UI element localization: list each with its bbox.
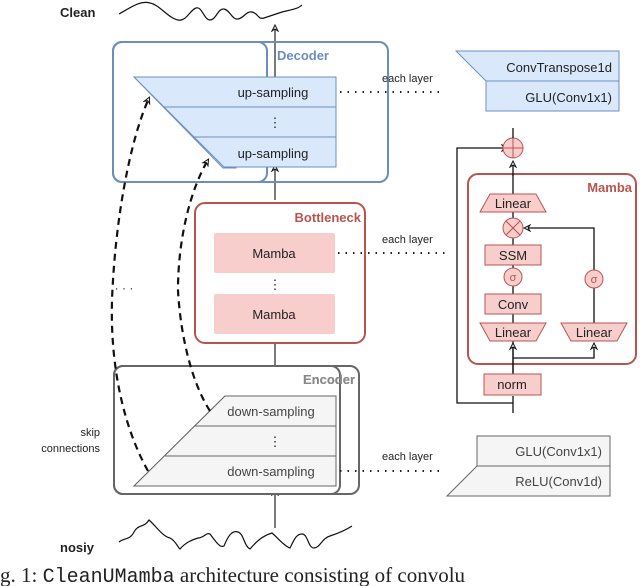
caption-rest: architecture consisting of convolu xyxy=(175,563,466,586)
relu-label: ReLU(Conv1d) xyxy=(515,474,602,489)
mamba-block-top-label: Mamba xyxy=(252,246,296,261)
skip-label-line1: skip xyxy=(80,427,100,439)
encoder-title-text: Encoder xyxy=(303,372,355,387)
ssm-label: SSM xyxy=(499,248,527,263)
out-linear-label: Linear xyxy=(495,196,532,211)
mamba-detail: Mamba Linear SSM σ Conv Linear σ Linear xyxy=(456,128,637,413)
decoder-each-layer-label: each layer xyxy=(382,73,433,85)
bottleneck-each-layer-label: each layer xyxy=(382,234,433,246)
decoder-ellipsis: ⋮ xyxy=(269,115,282,130)
encoder-glu-label: GLU(Conv1x1) xyxy=(515,444,602,459)
noisy-label: nosiy xyxy=(60,540,95,555)
sigma-left-label: σ xyxy=(510,272,517,284)
in-linear-left-label: Linear xyxy=(495,325,532,340)
encoder-ellipsis-text: ⋮ xyxy=(269,434,282,449)
decoder-glu-label: GLU(Conv1x1) xyxy=(525,90,612,105)
encoder-layer-detail: GLU(Conv1x1) ReLU(Conv1d) xyxy=(445,435,611,497)
convtranspose-label: ConvTranspose1d xyxy=(506,60,612,75)
caption-prefix: g. 1: xyxy=(0,563,43,586)
bottleneck-block: Bottleneck Mamba ⋮ Mamba xyxy=(194,202,366,344)
skip-label-line2: connections xyxy=(41,443,100,455)
encoder-layer-bottom-text: down-sampling xyxy=(227,464,314,479)
figure-caption: g. 1: CleanUMamba architecture consistin… xyxy=(0,563,466,586)
clean-waveform xyxy=(118,1,303,21)
mamba-block-bottom-label: Mamba xyxy=(252,307,296,322)
encoder-each-layer-label: each layer xyxy=(382,451,433,463)
decoder-layer-top: up-sampling xyxy=(238,85,309,100)
encoder-layer-top-text: down-sampling xyxy=(227,404,314,419)
mamba-title: Mamba xyxy=(587,180,633,195)
decoder-title: Decoder xyxy=(277,48,329,63)
architecture-diagram: Clean nosiy Decoder up-sampling ⋮ up-sam… xyxy=(0,1,637,586)
decoder-layer-bottom: up-sampling xyxy=(238,146,309,161)
sigma-right-label: σ xyxy=(591,274,598,286)
decoder-layer-detail: ConvTranspose1d GLU(Conv1x1) xyxy=(454,50,620,112)
bottleneck-ellipsis: ⋮ xyxy=(269,277,282,292)
conv-label: Conv xyxy=(498,297,529,312)
clean-label: Clean xyxy=(60,5,95,20)
caption-model-name: CleanUMamba xyxy=(43,566,175,586)
skip-ellipsis: · · · xyxy=(115,281,134,295)
bottleneck-title: Bottleneck xyxy=(295,210,362,225)
in-linear-right-label: Linear xyxy=(576,325,613,340)
norm-label: norm xyxy=(497,377,527,392)
noisy-waveform xyxy=(118,519,353,550)
decoder-block: Decoder up-sampling ⋮ up-sampling xyxy=(112,41,337,183)
